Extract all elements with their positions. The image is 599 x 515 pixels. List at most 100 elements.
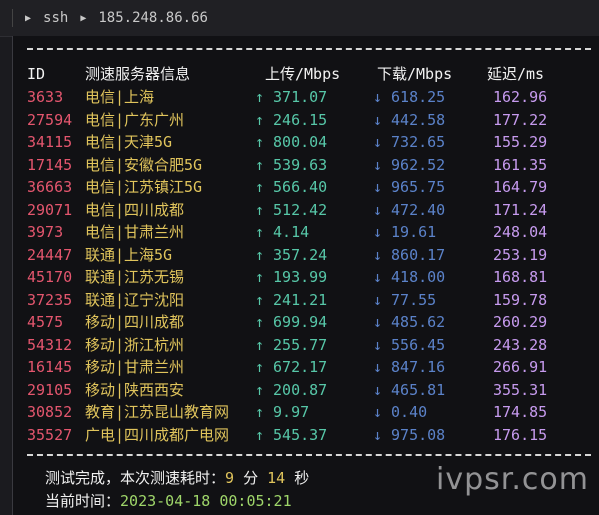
row-node-value: 电信|甘肃兰州	[85, 223, 185, 241]
arrow-down-icon: ↓	[373, 178, 383, 196]
header-latency: 延迟/ms	[487, 65, 545, 83]
row-node-value: 移动|四川成都	[85, 313, 185, 331]
row-download: ↓ 847.16	[373, 356, 445, 378]
row-latency: 248.04	[493, 221, 547, 243]
arrow-down-icon: ↓	[373, 313, 383, 331]
row-download-value: 860.17	[391, 245, 446, 264]
arrow-down-icon: ↓	[373, 425, 383, 444]
chevron-right-icon: ▶	[80, 12, 87, 24]
row-latency: 253.19	[493, 244, 547, 266]
row-download: ↓ 77.55	[373, 289, 436, 311]
row-download: ↓ 860.17	[373, 244, 445, 266]
row-latency: 155.29	[493, 131, 547, 153]
row-download-value: 556.45	[391, 335, 446, 354]
row-id-value: 37235	[27, 290, 73, 309]
row-upload: ↑ 371.07	[255, 86, 327, 108]
row-download: ↓ 418.00	[373, 266, 445, 288]
row-download: ↓ 485.62	[373, 311, 445, 333]
row-id: 16145	[27, 356, 72, 378]
row-id-value: 36663	[27, 178, 73, 196]
row-upload: ↑ 255.77	[255, 334, 327, 356]
minutes-value: 9	[225, 469, 235, 487]
row-download: ↓ 19.61	[373, 221, 436, 243]
arrow-up-icon: ↑	[255, 403, 265, 421]
row-id: 36663	[27, 176, 72, 198]
row-latency-value: 177.22	[493, 110, 548, 129]
arrow-down-icon: ↓	[373, 110, 383, 129]
dashed-divider-bottom	[27, 454, 591, 456]
arrow-up-icon: ↑	[255, 358, 265, 376]
chevron-right-icon: ▶	[25, 12, 32, 24]
arrow-up-icon: ↑	[255, 178, 265, 196]
row-node: 移动|陕西西安	[85, 379, 184, 401]
row-node: 电信|广东广州	[85, 109, 184, 131]
row-download-value: 442.58	[391, 110, 446, 129]
arrow-down-icon: ↓	[373, 358, 383, 376]
row-id-value: 34115	[27, 133, 73, 151]
row-upload-value: 9.97	[273, 403, 310, 421]
arrow-up-icon: ↑	[255, 425, 265, 444]
row-id-value: 35527	[27, 425, 73, 444]
row-node: 电信|甘肃兰州	[85, 221, 184, 243]
row-download-value: 465.81	[391, 380, 446, 399]
row-upload-value: 800.04	[273, 133, 328, 151]
arrow-down-icon: ↓	[373, 335, 383, 354]
row-latency-value: 162.96	[493, 88, 548, 106]
row-latency-value: 161.35	[493, 155, 548, 174]
row-latency-value: 243.28	[493, 335, 548, 354]
row-download-value: 732.65	[391, 133, 446, 151]
row-download: ↓ 472.40	[373, 199, 445, 221]
row-id: 45170	[27, 266, 72, 288]
arrow-down-icon: ↓	[373, 380, 383, 399]
row-download: ↓ 442.58	[373, 109, 445, 131]
breadcrumb-host[interactable]: 185.248.86.66	[98, 10, 208, 26]
row-download: ↓ 732.65	[373, 131, 445, 153]
header-download: 下载/Mbps	[377, 65, 453, 83]
row-download-value: 962.52	[391, 155, 446, 174]
row-node-value: 移动|陕西西安	[85, 380, 185, 399]
row-id-value: 4575	[27, 313, 64, 331]
row-latency-value: 248.04	[493, 223, 548, 241]
arrow-down-icon: ↓	[373, 88, 383, 106]
row-upload-value: 539.63	[273, 155, 328, 174]
row-id: 29071	[27, 199, 72, 221]
row-id: 27594	[27, 109, 72, 131]
row-upload-value: 255.77	[273, 335, 328, 354]
row-download-value: 847.16	[391, 358, 446, 376]
row-upload: ↑ 545.37	[255, 424, 327, 446]
row-id-value: 29105	[27, 380, 73, 399]
row-node: 广电|四川成都广电网	[85, 424, 229, 446]
row-latency-value: 266.91	[493, 358, 548, 376]
row-latency-value: 260.29	[493, 313, 548, 331]
row-upload: ↑ 246.15	[255, 109, 327, 131]
row-upload: ↑ 539.63	[255, 154, 327, 176]
row-download: ↓ 965.75	[373, 176, 445, 198]
arrow-up-icon: ↑	[255, 110, 265, 129]
row-node: 移动|浙江杭州	[85, 334, 184, 356]
arrow-down-icon: ↓	[373, 245, 383, 264]
row-node: 电信|安徽合肥5G	[85, 154, 202, 176]
breadcrumb-ssh[interactable]: ssh	[43, 10, 68, 26]
row-node-value: 电信|上海	[85, 88, 155, 106]
row-id: 17145	[27, 154, 72, 176]
terminal-output[interactable]: ID 测速服务器信息 上传/Mbps 下载/Mbps 延迟/ms 3633 电信|…	[12, 36, 599, 515]
arrow-up-icon: ↑	[255, 380, 265, 399]
row-id: 30852	[27, 401, 72, 423]
row-node-value: 移动|甘肃兰州	[85, 358, 185, 376]
arrow-down-icon: ↓	[373, 200, 383, 219]
row-upload: ↑ 800.04	[255, 131, 327, 153]
row-download-value: 618.25	[391, 88, 446, 106]
arrow-up-icon: ↑	[255, 88, 265, 106]
arrow-down-icon: ↓	[373, 403, 383, 421]
arrow-down-icon: ↓	[373, 155, 383, 174]
watermark-logo: ivpsr.com	[436, 462, 589, 497]
row-download-value: 0.40	[391, 403, 428, 421]
row-id-value: 3973	[27, 223, 64, 241]
arrow-up-icon: ↑	[255, 223, 265, 241]
row-download-value: 965.75	[391, 178, 446, 196]
row-upload-value: 672.17	[273, 358, 328, 376]
row-download-value: 975.08	[391, 425, 446, 444]
row-upload: ↑ 200.87	[255, 379, 327, 401]
row-latency: 355.31	[493, 379, 547, 401]
row-id: 3633	[27, 86, 63, 108]
